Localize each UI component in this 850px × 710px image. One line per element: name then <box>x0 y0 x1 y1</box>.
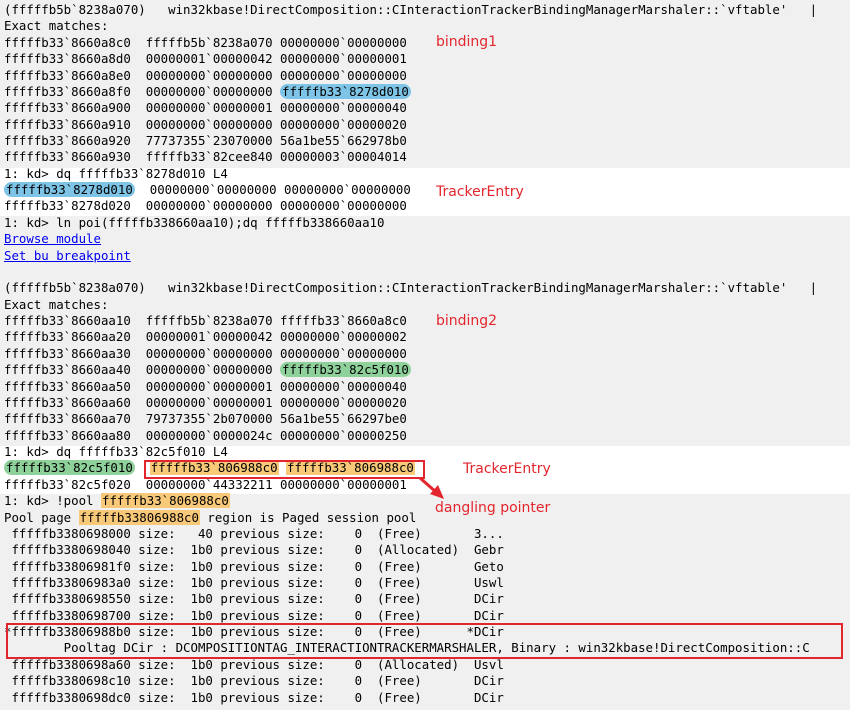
dangling-address-highlight: fffffb33806988c0 <box>78 509 200 525</box>
binding2-label: binding2 <box>436 313 498 329</box>
output-line: Exact matches: <box>4 18 109 34</box>
output-line: fffffb33`8660aa60 00000000`00000001 0000… <box>4 394 407 410</box>
address-highlight: fffffb33`8278d010 <box>4 182 135 198</box>
freed-pool-entry-box <box>6 623 843 659</box>
output-line: fffffb33`8660aa20 00000001`00000042 0000… <box>4 329 407 345</box>
output-line: fffffb3380698040 size: 1b0 previous size… <box>4 542 504 558</box>
output-text: fffffb33`8660a8f0 00000000`00000000 <box>4 83 281 99</box>
output-line: fffffb3380698700 size: 1b0 previous size… <box>4 607 504 623</box>
output-line: 1: kd> !pool fffffb33`806988c0 <box>4 493 230 509</box>
output-line: fffffb3380698000 size: 40 previous size:… <box>4 525 504 541</box>
output-line: fffffb3380698a60 size: 1b0 previous size… <box>4 656 504 672</box>
output-line: fffffb33`8660a8c0 fffffb5b`8238a070 0000… <box>4 34 407 50</box>
output-text: Pool page <box>4 509 79 525</box>
output-line: fffffb3380698c10 size: 1b0 previous size… <box>4 673 504 689</box>
output-line: Exact matches: <box>4 296 109 312</box>
dangling-address-highlight: fffffb33`806988c0 <box>100 493 230 509</box>
output-line: fffffb33`8660aa30 00000000`00000000 0000… <box>4 345 407 361</box>
output-line: fffffb33`8660aa80 00000000`0000024c 0000… <box>4 427 407 443</box>
output-line: fffffb33`8660aa10 fffffb5b`8238a070 ffff… <box>4 313 407 328</box>
output-line: fffffb33`8660a930 fffffb33`82cee840 0000… <box>4 149 407 165</box>
output-line: (fffffb5b`8238a070) win32kbase!DirectCom… <box>4 280 818 296</box>
dangling-pointer-label: dangling pointer <box>435 500 551 516</box>
tracker-entry-label-2: TrackerEntry <box>463 461 551 477</box>
output-line: fffffb33`8660a900 00000000`00000001 0000… <box>4 100 407 116</box>
output-text: 00000000`00000000 00000000`00000000 <box>134 182 411 198</box>
output-line: 1: kd> dq fffffb33`8278d010 L4 <box>4 165 228 181</box>
command-link[interactable]: Browse module <box>4 231 101 246</box>
output-line: fffffb33`8278d020 00000000`00000000 0000… <box>4 198 407 214</box>
output-line: fffffb33806981f0 size: 1b0 previous size… <box>4 558 504 574</box>
output-line: Browse module <box>4 231 101 247</box>
output-line: Pool page fffffb33806988c0 region is Pag… <box>4 509 417 526</box>
tracker-entry-label-1: TrackerEntry <box>436 184 524 200</box>
output-line: fffffb33`8660a920 77737355`23070000 56a1… <box>4 133 407 148</box>
output-line: fffffb33806983a0 size: 1b0 previous size… <box>4 575 504 590</box>
output-line: fffffb33`8660a910 00000000`00000000 0000… <box>4 116 407 132</box>
output-line: fffffb33`8660aa50 00000000`00000001 0000… <box>4 378 407 394</box>
output-line: fffffb33`8660aa70 79737355`2b070000 56a1… <box>4 411 407 427</box>
output-line: (fffffb5b`8238a070) win32kbase!DirectCom… <box>4 2 818 17</box>
output-line: fffffb33`8278d010 00000000`00000000 0000… <box>4 182 411 198</box>
address-highlight: fffffb33`82c5f010 <box>280 362 411 378</box>
output-text: 1: kd> !pool <box>4 493 101 509</box>
output-line: fffffb3380698dc0 size: 1b0 previous size… <box>4 689 504 705</box>
output-line: 1: kd> dq fffffb33`82c5f010 L4 <box>4 444 228 459</box>
output-line: fffffb33`8660a8d0 00000001`00000042 0000… <box>4 51 407 67</box>
output-line: 1: kd> ln poi(fffffb338660aa10);dq fffff… <box>4 214 385 230</box>
output-line: fffffb33`8660a8e0 00000000`00000000 0000… <box>4 67 407 83</box>
dangling-pointer-box <box>144 460 425 479</box>
output-line: fffffb3380698550 size: 1b0 previous size… <box>4 591 504 607</box>
output-text: region is Paged session pool <box>199 509 417 525</box>
address-highlight: fffffb33`8278d010 <box>280 83 411 99</box>
output-text: fffffb33`8660aa40 00000000`00000000 <box>4 362 281 378</box>
command-link[interactable]: Set bu breakpoint <box>4 248 131 263</box>
output-line: Set bu breakpoint <box>4 248 131 264</box>
output-line: fffffb33`8660aa40 00000000`00000000 ffff… <box>4 362 411 378</box>
address-highlight: fffffb33`82c5f010 <box>4 460 135 476</box>
binding1-label: binding1 <box>436 34 498 50</box>
output-line: fffffb33`82c5f020 00000000`44332211 0000… <box>4 476 407 492</box>
output-line: fffffb33`8660a8f0 00000000`00000000 ffff… <box>4 83 411 100</box>
